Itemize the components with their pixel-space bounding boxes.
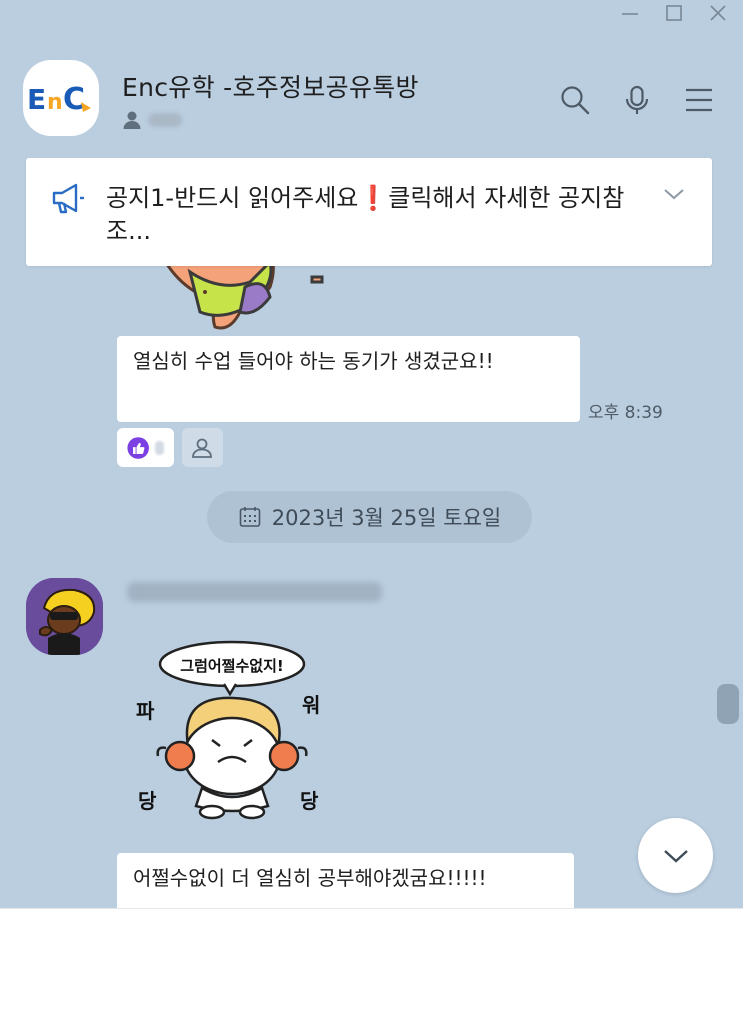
minimize-icon[interactable] — [619, 2, 641, 24]
notice-text: 공지1-반드시 읽어주세요❗클릭해서 자세한 공지참조... — [106, 184, 625, 245]
reactions-row — [117, 428, 223, 467]
scrollbar-thumb[interactable] — [717, 684, 739, 724]
chat-area: E n C Enc유학 -호주정보공유톡방 공지1-반드시 읽어주세요❗클릭해서… — [0, 0, 743, 908]
scroll-to-bottom-button[interactable] — [638, 818, 713, 893]
thumbs-up-icon — [127, 436, 149, 459]
reaction-count — [155, 440, 164, 455]
person-outline-icon — [192, 438, 212, 458]
sticker-sfx: 당 — [300, 789, 319, 813]
chat-header: E n C Enc유학 -호주정보공유톡방 — [0, 48, 743, 148]
sticker-sfx: 당 — [138, 789, 157, 813]
sender-avatar[interactable] — [26, 578, 103, 655]
sticker[interactable]: 그럼어쩔수없지! 파 워 당 당 — [128, 638, 338, 832]
member-count — [148, 113, 182, 127]
message-bubble[interactable]: 열심히 수업 들어야 하는 동기가 생겼군요!! — [117, 336, 580, 422]
member-count-row[interactable] — [122, 110, 182, 130]
sender-name — [127, 582, 382, 602]
close-icon[interactable] — [707, 2, 729, 24]
room-title: Enc유학 -호주정보공유톡방 — [122, 73, 419, 102]
maximize-icon[interactable] — [663, 2, 685, 24]
message-text: 어쩔수없이 더 열심히 공부해야겠굼요!!!!! — [133, 866, 487, 890]
message-time: 오후 8:39 — [588, 403, 663, 423]
reaction-users-button[interactable] — [182, 428, 223, 467]
message-text: 열심히 수업 들어야 하는 동기가 생겼군요!! — [133, 349, 494, 373]
menu-icon[interactable] — [683, 84, 715, 116]
sticker-sfx: 파 — [136, 699, 155, 723]
notice-banner[interactable]: 공지1-반드시 읽어주세요❗클릭해서 자세한 공지참조... — [26, 158, 712, 266]
person-icon — [123, 111, 141, 129]
room-avatar[interactable]: E n C — [23, 60, 99, 136]
window-controls — [619, 2, 729, 24]
chevron-down-icon[interactable] — [662, 186, 686, 202]
date-divider: 2023년 3월 25일 토요일 — [207, 491, 532, 543]
character-avatar-icon — [26, 578, 103, 655]
message-bubble[interactable]: 어쩔수없이 더 열심히 공부해야겠굼요!!!!! — [117, 853, 574, 908]
microphone-icon[interactable] — [621, 84, 653, 116]
calendar-icon — [239, 507, 261, 527]
sticker-speech: 그럼어쩔수없지! — [180, 657, 283, 675]
svg-text:n: n — [47, 90, 63, 115]
search-icon[interactable] — [559, 84, 591, 116]
date-text: 2023년 3월 25일 토요일 — [271, 506, 502, 530]
header-actions — [559, 84, 715, 116]
sticker-sfx: 워 — [302, 693, 320, 717]
enc-logo-icon: E n C — [27, 82, 91, 117]
svg-text:E: E — [27, 83, 46, 116]
svg-text:C: C — [63, 82, 85, 117]
like-reaction[interactable] — [117, 428, 174, 467]
chevron-down-icon — [663, 849, 688, 863]
message-input-area[interactable] — [0, 908, 743, 1021]
megaphone-icon — [52, 183, 84, 214]
